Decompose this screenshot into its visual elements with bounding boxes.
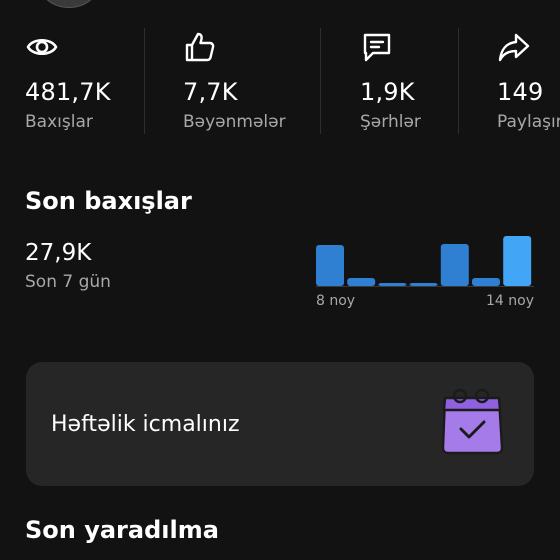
chart-tick-label: 8 noy (316, 293, 355, 309)
chart-bar (472, 278, 500, 286)
comments-label: Şərhlər (360, 112, 421, 132)
recent-creations-title: Son yaradılma (25, 516, 219, 544)
views-value: 481,7K (25, 78, 111, 106)
comment-icon (363, 33, 391, 62)
divider (320, 28, 321, 134)
views-chart-svg: 8 noy 14 noy (316, 236, 534, 309)
chart-bar (316, 245, 344, 286)
shares-value: 149 (497, 78, 544, 106)
chart-bar (503, 236, 532, 286)
stats-row: 481,7K Baxışlar 7,7K Bəyənmələr 1,9K Şər… (0, 26, 560, 136)
recent-views-period: Son 7 gün (25, 272, 111, 292)
comments-value: 1,9K (360, 78, 415, 106)
thumbs-up-icon (185, 32, 215, 62)
recent-views-total: 27,9K (25, 240, 92, 266)
chart-bar (347, 278, 376, 286)
calendar-check-icon (441, 388, 504, 455)
weekly-summary-label: Həftəlik icmalınız (51, 412, 240, 437)
divider (458, 28, 459, 134)
shares-label: Paylaşım (497, 112, 560, 132)
divider (144, 28, 145, 134)
avatar[interactable] (34, 0, 104, 8)
recent-views-title: Son baxışlar (25, 187, 192, 215)
weekly-summary-card[interactable]: Həftəlik icmalınız (26, 362, 534, 486)
likes-label: Bəyənmələr (183, 112, 286, 132)
chart-tick-label: 14 noy (486, 293, 534, 309)
eye-icon (26, 38, 58, 56)
chart-bar (378, 283, 407, 286)
likes-value: 7,7K (183, 78, 238, 106)
views-bar-chart[interactable]: 8 noy 14 noy (316, 226, 538, 316)
views-label: Baxışlar (25, 112, 93, 132)
chart-bar (409, 283, 438, 286)
chart-bar (440, 244, 469, 286)
share-icon (498, 33, 530, 62)
